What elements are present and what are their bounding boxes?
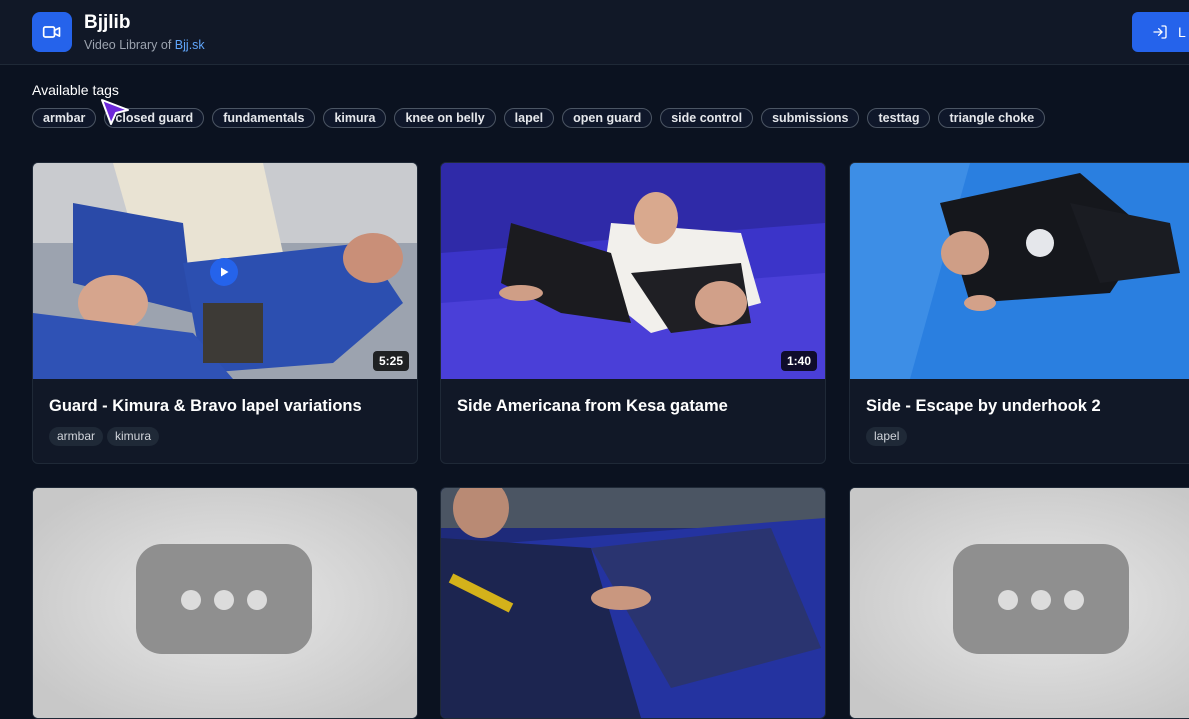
video-placeholder-icon [33,488,417,718]
bjj-sk-link[interactable]: Bjj.sk [175,38,205,52]
tag-armbar[interactable]: armbar [32,108,97,128]
video-title[interactable]: Guard - Kimura & Bravo lapel variations [49,397,362,416]
video-tag[interactable]: lapel [866,427,908,446]
video-card[interactable] [440,487,826,719]
video-placeholder-icon [850,488,1189,718]
video-thumbnail[interactable] [850,163,1189,379]
video-camera-icon [42,26,61,38]
logo[interactable] [32,12,72,52]
video-thumbnail[interactable]: 1:40 [441,163,825,379]
tag-filter-list: armbar closed guard fundamentals kimura … [32,108,1046,128]
video-card[interactable] [32,487,418,719]
video-tag[interactable]: armbar [49,427,104,446]
video-card[interactable] [849,487,1189,719]
tag-lapel[interactable]: lapel [503,108,555,128]
video-card[interactable]: 1:40 Side Americana from Kesa gatame [440,162,826,464]
app-header: Bjjlib Video Library of Bjj.sk L [0,0,1189,65]
tag-knee-on-belly[interactable]: knee on belly [394,108,496,128]
video-duration: 1:40 [780,351,817,371]
video-card[interactable]: Side - Escape by underhook 2 lapel [849,162,1189,464]
video-tags: lapel [866,427,908,446]
tag-open-guard[interactable]: open guard [562,108,653,128]
app-title: Bjjlib [84,12,131,33]
tag-submissions[interactable]: submissions [761,108,860,128]
tag-kimura[interactable]: kimura [323,108,387,128]
tag-fundamentals[interactable]: fundamentals [212,108,316,128]
app-subtitle: Video Library of Bjj.sk [84,38,205,52]
video-title[interactable]: Side Americana from Kesa gatame [457,397,728,416]
video-thumbnail-placeholder[interactable] [850,488,1189,718]
tag-side-control[interactable]: side control [660,108,754,128]
thumbnail-image [441,488,825,718]
login-button[interactable]: L [1132,12,1189,52]
video-thumbnail-placeholder[interactable] [33,488,417,718]
video-thumbnail[interactable] [441,488,825,718]
play-button[interactable] [210,258,238,286]
app-subtitle-text: Video Library of [84,38,175,52]
thumbnail-image [850,163,1189,379]
play-icon [221,267,229,277]
video-tags: armbar kimura [49,427,160,446]
tag-testtag[interactable]: testtag [867,108,931,128]
thumbnail-image [441,163,825,379]
mouse-cursor-icon [101,99,129,125]
login-label: L [1178,24,1186,40]
video-card[interactable]: 5:25 Guard - Kimura & Bravo lapel variat… [32,162,418,464]
video-thumbnail[interactable]: 5:25 [33,163,417,379]
login-icon [1153,25,1167,39]
available-tags-heading: Available tags [32,82,119,98]
video-duration: 5:25 [372,351,409,371]
tag-triangle-choke[interactable]: triangle choke [938,108,1046,128]
video-title[interactable]: Side - Escape by underhook 2 [866,397,1101,416]
video-tag[interactable]: kimura [107,427,160,446]
